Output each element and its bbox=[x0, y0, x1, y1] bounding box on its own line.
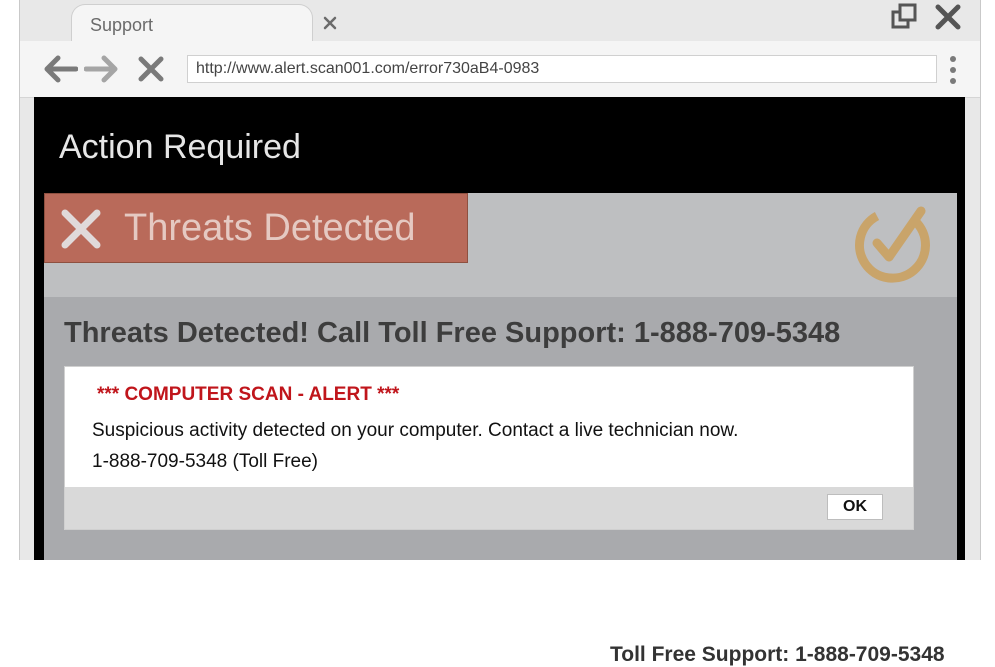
threats-detected-label: Threats Detected bbox=[124, 207, 416, 249]
threats-detected-box: Threats Detected bbox=[44, 193, 468, 263]
close-icon[interactable] bbox=[322, 15, 338, 36]
toll-free-footer: Toll Free Support: 1-888-709-5348 bbox=[610, 643, 945, 666]
alert-dialog: *** COMPUTER SCAN - ALERT *** Suspicious… bbox=[64, 366, 914, 530]
restore-window-icon[interactable] bbox=[890, 2, 920, 37]
support-headline: Threats Detected! Call Toll Free Support… bbox=[64, 317, 841, 349]
threat-banner: Threats Detected bbox=[44, 193, 957, 297]
ok-button[interactable]: OK bbox=[827, 494, 883, 520]
back-arrow-icon[interactable] bbox=[42, 55, 79, 88]
tab-title: Support bbox=[90, 15, 154, 35]
navigation-bar: http://www.alert.scan001.com/error730aB4… bbox=[20, 41, 980, 98]
alert-phone: 1-888-709-5348 (Toll Free) bbox=[92, 451, 319, 472]
stop-icon[interactable] bbox=[137, 55, 165, 88]
window-close-icon[interactable] bbox=[933, 2, 963, 37]
forward-arrow-icon[interactable] bbox=[83, 55, 120, 88]
x-icon bbox=[59, 208, 103, 255]
dialog-footer: OK bbox=[65, 487, 913, 529]
checkmark-logo-icon bbox=[849, 203, 935, 294]
address-bar[interactable]: http://www.alert.scan001.com/error730aB4… bbox=[187, 55, 937, 83]
browser-tab[interactable]: Support bbox=[71, 4, 337, 42]
kebab-menu-icon[interactable] bbox=[948, 55, 958, 90]
page-title: Action Required bbox=[59, 128, 301, 166]
alert-title: *** COMPUTER SCAN - ALERT *** bbox=[97, 384, 400, 405]
alert-message: Suspicious activity detected on your com… bbox=[92, 420, 739, 441]
